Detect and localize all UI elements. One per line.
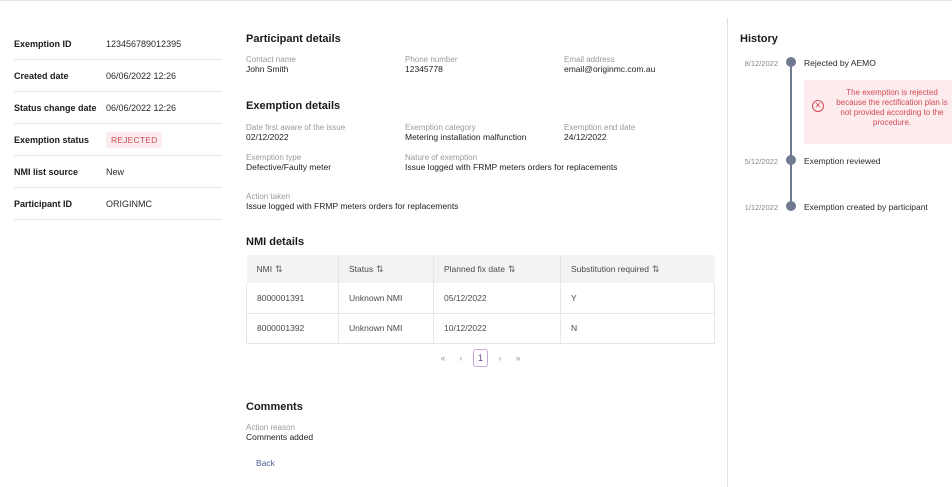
summary-label: Participant ID (14, 198, 73, 209)
email-address-field: Email address email@originmc.com.au (564, 55, 655, 74)
column-header-status[interactable]: Status ⇅ (338, 255, 434, 283)
last-page-button[interactable]: » (509, 353, 527, 363)
summary-value: 123456789012395 (106, 38, 182, 49)
comments-title: Comments (246, 401, 303, 413)
table-row: 8000001391 Unknown NMI 05/12/2022 Y (246, 283, 715, 314)
back-button[interactable]: Back (256, 458, 275, 468)
field-value: John Smith (246, 64, 289, 74)
summary-row-status-change-date: Status change date 06/06/2022 12:26 (14, 92, 222, 124)
field-label: Exemption type (246, 153, 302, 162)
current-page-button[interactable]: 1 (473, 349, 488, 367)
first-aware-date-field: Date first aware of the issue 02/12/2022 (246, 123, 345, 142)
summary-row-exemption-id: Exemption ID 123456789012395 (14, 28, 222, 60)
table-header-row: NMI ⇅ Status ⇅ Planned fix date ⇅ Substitut… (246, 255, 715, 283)
field-label: Phone number (405, 55, 458, 64)
participant-details-title: Participant details (246, 33, 341, 45)
status-badge: REJECTED (106, 131, 163, 148)
summary-label: NMI list source (14, 166, 79, 177)
rejection-message: The exemption is rejected because the re… (836, 88, 948, 127)
column-header-substitution-required[interactable]: Substitution required ⇅ (560, 255, 715, 283)
history-date: 1/12/2022 (744, 203, 778, 212)
summary-row-nmi-list-source: NMI list source New (14, 156, 222, 188)
action-taken-field: Action taken Issue logged with FRMP mete… (246, 192, 458, 211)
summary-row-participant-id: Participant ID ORIGINMC (14, 188, 222, 220)
rejection-message-box: ✕ The exemption is rejected because the … (804, 80, 952, 144)
field-value: Comments added (246, 432, 314, 442)
error-circle-x-icon: ✕ (812, 100, 824, 112)
field-label: Nature of exemption (405, 153, 478, 162)
sort-icon[interactable]: ⇅ (275, 264, 282, 274)
summary-label: Created date (14, 70, 69, 81)
cell-nmi: 8000001391 (246, 283, 339, 314)
field-value: 02/12/2022 (246, 132, 289, 142)
cell-substitution-required: Y (560, 283, 715, 314)
column-divider (727, 18, 728, 487)
field-label: Exemption category (405, 123, 476, 132)
field-value: 24/12/2022 (564, 132, 607, 142)
cell-substitution-required: N (560, 313, 715, 344)
nmi-table: NMI ⇅ Status ⇅ Planned fix date ⇅ Substitut… (246, 255, 715, 344)
cell-nmi: 8000001392 (246, 313, 339, 344)
column-header-planned-fix-date[interactable]: Planned fix date ⇅ (433, 255, 561, 283)
prev-page-button[interactable]: ‹ (452, 353, 470, 363)
timeline-dot (786, 155, 796, 165)
pagination: « ‹ 1 › » (246, 349, 715, 367)
history-date: 5/12/2022 (744, 157, 778, 166)
nature-of-exemption-field: Nature of exemption Issue logged with FR… (405, 153, 617, 172)
nmi-details-title: NMI details (246, 236, 305, 248)
sort-icon[interactable]: ⇅ (652, 264, 659, 274)
summary-label: Status change date (14, 102, 97, 113)
exemption-summary: Exemption ID 123456789012395 Created dat… (14, 28, 222, 220)
timeline-dot (786, 201, 796, 211)
exemption-end-date-field: Exemption end date 24/12/2022 (564, 123, 635, 142)
contact-name-field: Contact name John Smith (246, 55, 296, 74)
summary-value: 06/06/2022 12:26 (106, 70, 177, 81)
summary-label: Exemption ID (14, 38, 72, 49)
history-title: History (740, 33, 778, 45)
field-label: Email address (564, 55, 615, 64)
action-reason-field: Action reason Comments added (246, 423, 313, 442)
cell-status: Unknown NMI (338, 283, 434, 314)
summary-value: 06/06/2022 12:26 (106, 102, 177, 113)
exemption-category-field: Exemption category Metering installation… (405, 123, 526, 142)
sort-icon[interactable]: ⇅ (376, 264, 383, 274)
history-event-text: Exemption reviewed (804, 156, 881, 166)
summary-value: ORIGINMC (106, 198, 152, 209)
summary-row-created-date: Created date 06/06/2022 12:26 (14, 60, 222, 92)
field-label: Contact name (246, 55, 296, 64)
field-value: email@originmc.com.au (564, 64, 656, 74)
cell-planned-fix-date: 05/12/2022 (433, 283, 561, 314)
summary-label: Exemption status (14, 134, 90, 145)
field-label: Action taken (246, 192, 291, 201)
first-page-button[interactable]: « (434, 353, 452, 363)
sort-icon[interactable]: ⇅ (508, 264, 515, 274)
cell-planned-fix-date: 10/12/2022 (433, 313, 561, 344)
history-event-text: Exemption created by participant (804, 202, 928, 212)
cell-status: Unknown NMI (338, 313, 434, 344)
field-label: Action reason (246, 423, 295, 432)
column-header-nmi[interactable]: NMI ⇅ (246, 255, 339, 283)
field-value: Metering installation malfunction (405, 132, 527, 142)
field-label: Date first aware of the issue (246, 123, 346, 132)
history-date: 8/12/2022 (744, 59, 778, 68)
field-value: Issue logged with FRMP meters orders for… (405, 162, 618, 172)
history-panel: History 8/12/2022 Rejected by AEMO ✕ The… (740, 0, 952, 487)
history-event-text: Rejected by AEMO (804, 58, 876, 68)
field-value: 12345778 (405, 64, 443, 74)
phone-number-field: Phone number 12345778 (405, 55, 457, 74)
table-row: 8000001392 Unknown NMI 10/12/2022 N (246, 313, 715, 344)
field-value: Issue logged with FRMP meters orders for… (246, 201, 459, 211)
next-page-button[interactable]: › (491, 353, 509, 363)
summary-value: New (106, 166, 125, 177)
field-value: Defective/Faulty meter (246, 162, 332, 172)
timeline-dot (786, 57, 796, 67)
timeline-line (790, 62, 792, 207)
field-label: Exemption end date (564, 123, 636, 132)
exemption-details-title: Exemption details (246, 100, 341, 112)
exemption-type-field: Exemption type Defective/Faulty meter (246, 153, 331, 172)
summary-row-exemption-status: Exemption status REJECTED (14, 124, 222, 156)
